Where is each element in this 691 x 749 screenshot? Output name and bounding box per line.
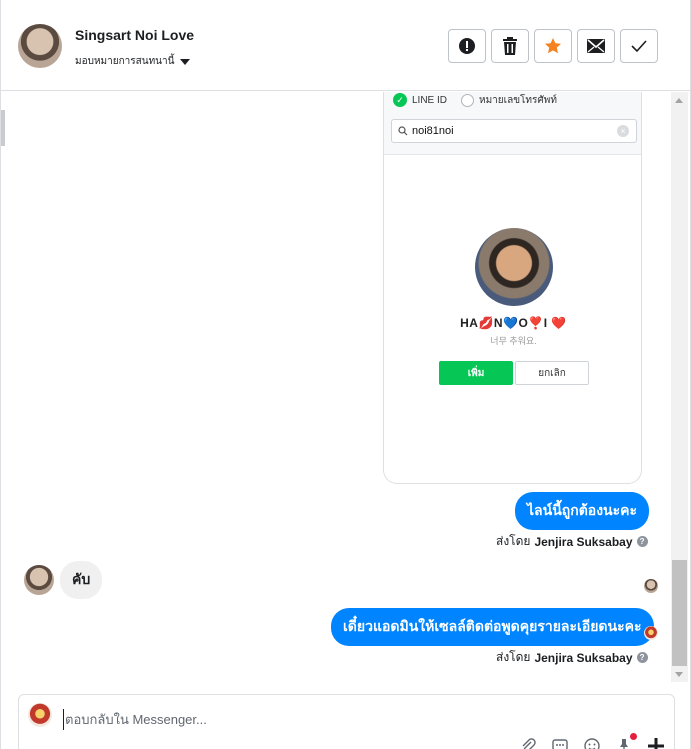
- line-search-panel: ✓ LINE ID หมายเลขโทรศัพท์ noi81noi ×: [384, 92, 641, 155]
- delete-button[interactable]: [491, 29, 529, 63]
- emoji-icon: [584, 738, 600, 749]
- contact-message-avatar: [24, 565, 54, 595]
- help-icon[interactable]: ?: [636, 536, 648, 547]
- line-profile-status: 너무 추워요.: [490, 336, 537, 346]
- paperclip-icon: [522, 738, 536, 749]
- line-profile-photo: [475, 228, 553, 306]
- inbox-conversation-panel: Singsart Noi Love มอบหมายการสนทนานี้ ✓ L…: [0, 0, 691, 749]
- check-icon: [631, 40, 647, 53]
- read-receipt-avatar: [644, 579, 658, 593]
- contact-avatar[interactable]: [18, 24, 62, 68]
- outgoing-message[interactable]: ไลน์นี้ถูกต้องนะคะ: [515, 492, 650, 530]
- contact-name[interactable]: Singsart Noi Love: [75, 27, 194, 43]
- sent-by-prefix: ส่งโดย: [496, 534, 531, 548]
- assign-label: มอบหมายการสนทนานี้: [75, 56, 175, 67]
- clear-icon: ×: [617, 125, 629, 137]
- sent-by-label: ส่งโดย Jenjira Suksabay ?: [496, 648, 648, 667]
- composer-tools: [519, 733, 665, 749]
- add-button[interactable]: [647, 737, 665, 749]
- search-icon: [398, 126, 408, 136]
- mark-done-button[interactable]: [620, 29, 658, 63]
- check-circle-icon: ✓: [393, 93, 407, 107]
- line-id-value: noi81noi: [412, 125, 454, 137]
- emoji-button[interactable]: [583, 737, 601, 749]
- sparkle-icon: [648, 738, 664, 749]
- outgoing-message[interactable]: เดี๋ยวแอดมินให้เซลล์ติดต่อพูดคุยรายละเอี…: [331, 608, 654, 646]
- pin-icon: [620, 739, 628, 749]
- alert-circle-icon: [459, 38, 475, 54]
- reply-composer: ตอบกลับใน Messenger...: [18, 694, 675, 749]
- line-id-label: LINE ID: [412, 94, 448, 106]
- email-button[interactable]: [577, 29, 615, 63]
- conversation-header: Singsart Noi Love มอบหมายการสนทนานี้: [1, 0, 690, 91]
- scroll-up-arrow-icon[interactable]: [675, 98, 683, 103]
- radio-icon: [461, 94, 474, 107]
- phone-label: หมายเลขโทรศัพท์: [479, 95, 557, 106]
- scrollbar-thumb[interactable]: [672, 560, 687, 666]
- sent-by-label: ส่งโดย Jenjira Suksabay ?: [496, 532, 648, 551]
- assign-conversation-dropdown[interactable]: มอบหมายการสนทนานี้: [75, 54, 191, 69]
- pin-button[interactable]: [615, 733, 637, 749]
- help-icon[interactable]: ?: [636, 652, 648, 663]
- left-scroll-indicator: [1, 110, 5, 146]
- reply-input[interactable]: ตอบกลับใน Messenger...: [63, 709, 207, 730]
- page-avatar: [28, 703, 52, 727]
- sent-by-name[interactable]: Jenjira Suksabay: [534, 651, 632, 665]
- line-profile-name: HA💋N💙O❣️I ❤️: [460, 316, 567, 330]
- notification-dot: [630, 733, 637, 740]
- mark-spam-button[interactable]: [448, 29, 486, 63]
- star-button[interactable]: [534, 29, 572, 63]
- scroll-down-arrow-icon[interactable]: [675, 672, 683, 677]
- image-message-line-screenshot[interactable]: ✓ LINE ID หมายเลขโทรศัพท์ noi81noi × HA💋…: [383, 92, 642, 484]
- caret-down-icon: [180, 58, 191, 65]
- sent-by-prefix: ส่งโดย: [496, 650, 531, 664]
- sent-by-name[interactable]: Jenjira Suksabay: [534, 535, 632, 549]
- line-cancel-button: ยกเลิก: [515, 361, 589, 385]
- line-id-option: ✓ LINE ID: [393, 93, 447, 107]
- saved-replies-icon: [552, 739, 568, 749]
- star-icon: [545, 38, 561, 54]
- header-actions: [448, 29, 658, 63]
- attach-button[interactable]: [519, 737, 537, 749]
- thread-scrollbar[interactable]: [671, 92, 688, 682]
- saved-replies-button[interactable]: [551, 737, 569, 749]
- line-id-search-field: noi81noi ×: [391, 119, 637, 143]
- phone-option: หมายเลขโทรศัพท์: [461, 93, 557, 108]
- envelope-icon: [587, 39, 605, 53]
- incoming-message[interactable]: คับ: [60, 561, 103, 599]
- sender-avatar-small: [644, 626, 658, 640]
- line-add-button: เพิ่ม: [439, 361, 513, 385]
- trash-icon: [503, 37, 517, 55]
